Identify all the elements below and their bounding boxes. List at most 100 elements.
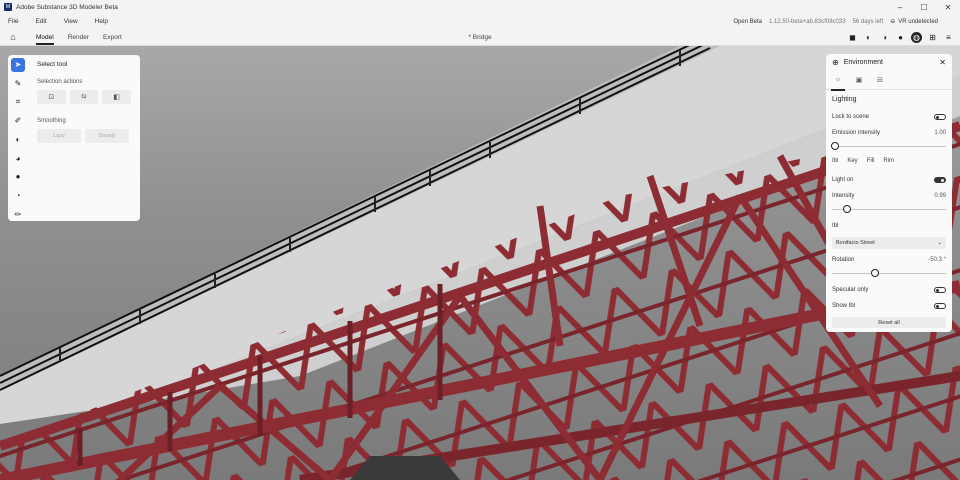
deselect-button[interactable]: ⧅ [69,90,99,104]
viewport-tools: ◼ ◐ ◑ ● ◍ ⊞ ≡ [847,29,954,46]
slider-thumb[interactable] [842,205,851,213]
emission-intensity-label: Emission intensity [832,130,881,136]
emission-intensity-value: 1.00 [934,130,946,136]
paint-tool-icon[interactable]: ✐ [11,114,25,128]
rotation-slider[interactable] [832,269,946,277]
ibl-select[interactable]: Bonifacio Street ⌄ [832,237,946,249]
maximize-button[interactable]: ☐ [912,0,936,14]
tab-lighting[interactable]: ☼ [831,70,845,91]
show-ibl-row: Show Ibl [832,301,946,311]
vr-headset-icon: ⊖ [890,19,896,25]
lock-to-scene-label: Lock to scene [832,114,870,120]
smoothing-steady-button[interactable]: Steady [85,129,129,143]
slider-track [832,145,946,147]
tab-background[interactable]: ▣ [853,70,865,90]
menu-help[interactable]: Help [87,18,117,25]
matcap-icon[interactable]: ● [895,32,906,43]
environment-tabs: ☼ ▣ ⊟ [826,70,952,91]
ground-plane-icon: ⊟ [877,76,883,84]
light-on-row: Light on [832,175,946,185]
lock-to-scene-row: Lock to scene [832,112,946,122]
build-info: Open Beta 1.12.50-beta+ab.83cf08c033 56 … [733,14,938,29]
app-logo-icon: M [4,3,12,11]
tab-fill[interactable]: Fill [867,158,875,164]
home-icon[interactable]: ⌂ [7,31,19,43]
bridge-scene [0,46,960,480]
light-type-tabs: Ibl Key Fill Rim [832,158,946,164]
emission-intensity-row: Emission intensity 1.00 [832,128,946,138]
build-channel: Open Beta [733,18,762,25]
deselect-icon: ⧅ [81,93,87,100]
material-icon[interactable]: ◑ [879,32,890,43]
pencil-tool-icon[interactable]: ✏ [11,207,25,221]
slider-track [832,272,946,274]
close-panel-icon[interactable]: ✕ [939,58,946,67]
select-all-icon: ⊡ [48,94,55,101]
menu-bar: File Edit View Help Open Beta 1.12.50-be… [0,14,960,29]
intensity-value: 0.99 [934,193,946,199]
document-title: * Bridge [468,33,492,41]
specular-only-row: Specular only [832,285,946,295]
window-title: Adobe Substance 3D Modeler Beta [16,3,118,11]
menu-edit[interactable]: Edit [27,18,55,25]
menu-file[interactable]: File [0,18,27,25]
invert-selection-icon: ◧ [113,94,120,101]
environment-body: Lighting Lock to scene Emission intensit… [826,90,952,328]
slider-thumb[interactable] [871,269,880,277]
select-all-button[interactable]: ⊡ [37,90,66,104]
smoothing-lazy-button[interactable]: Lazy [37,129,81,143]
3d-viewport[interactable] [0,46,960,480]
vr-status-label: VR undetected [898,18,938,25]
show-ibl-toggle[interactable] [934,303,946,309]
blob-tool-icon[interactable]: ● [11,170,25,184]
intensity-row: Intensity 0.99 [832,191,946,201]
camera-icon[interactable]: ◼ [847,32,858,43]
environment-header: ⊕ Environment ✕ [826,54,952,70]
tool-strip: ➤ ✎ ⌗ ✐ ◐ ◕ ● ◔ ✏ [8,55,28,221]
environment-title: Environment [843,58,883,66]
tab-ground[interactable]: ⊟ [874,70,886,90]
specular-only-toggle[interactable] [934,287,946,293]
menu-icon[interactable]: ≡ [943,32,954,43]
rotation-label: Rotation [832,257,855,263]
tab-ibl[interactable]: Ibl [832,158,838,164]
environment-panel: ⊕ Environment ✕ ☼ ▣ ⊟ Lighting Lock to s… [826,54,952,332]
selection-actions-label: Selection actions [37,79,83,85]
tab-model[interactable]: Model [29,29,61,46]
environment-icon[interactable]: ◍ [911,32,922,43]
select-tool-icon[interactable]: ➤ [11,58,25,72]
lock-to-scene-toggle[interactable] [934,114,946,120]
crop-tool-icon[interactable]: ⌗ [11,95,25,109]
tab-rim[interactable]: Rim [883,158,894,164]
brush-tool-icon[interactable]: ✎ [11,77,25,91]
slider-thumb[interactable] [831,142,840,150]
invert-selection-button[interactable]: ◧ [102,90,132,104]
close-window-button[interactable]: ✕ [936,0,960,14]
rotation-row: Rotation -50.3 ° [832,255,946,265]
light-on-toggle[interactable] [934,177,946,183]
show-ibl-label: Show Ibl [832,303,856,309]
lighting-section-title: Lighting [832,96,857,103]
ibl-label: Ibl [832,223,839,229]
chevron-down-icon: ⌄ [937,240,942,246]
vr-status[interactable]: ⊖ VR undetected [890,18,938,26]
ibl-row: Ibl [832,221,946,231]
shaded-tool-icon[interactable]: ◔ [11,189,25,203]
shading-icon[interactable]: ◐ [863,32,874,43]
light-on-label: Light on [832,177,854,183]
reset-all-button[interactable]: Reset all [832,317,946,328]
window-controls: – ☐ ✕ [888,0,960,14]
smoothing-label: Smoothing [37,118,66,124]
grid-icon[interactable]: ⊞ [927,32,938,43]
menu-view[interactable]: View [56,18,87,25]
shape-tool-icon[interactable]: ◕ [11,151,25,165]
tab-key[interactable]: Key [847,158,857,164]
emission-intensity-slider[interactable] [831,142,946,150]
sphere-tool-icon[interactable]: ◐ [11,133,25,147]
tab-export[interactable]: Export [96,29,129,46]
minimize-button[interactable]: – [888,0,912,14]
tab-render[interactable]: Render [61,29,96,46]
panel-title: Select tool [37,61,68,68]
rotation-value: -50.3 ° [928,257,946,263]
intensity-slider[interactable] [832,205,946,213]
